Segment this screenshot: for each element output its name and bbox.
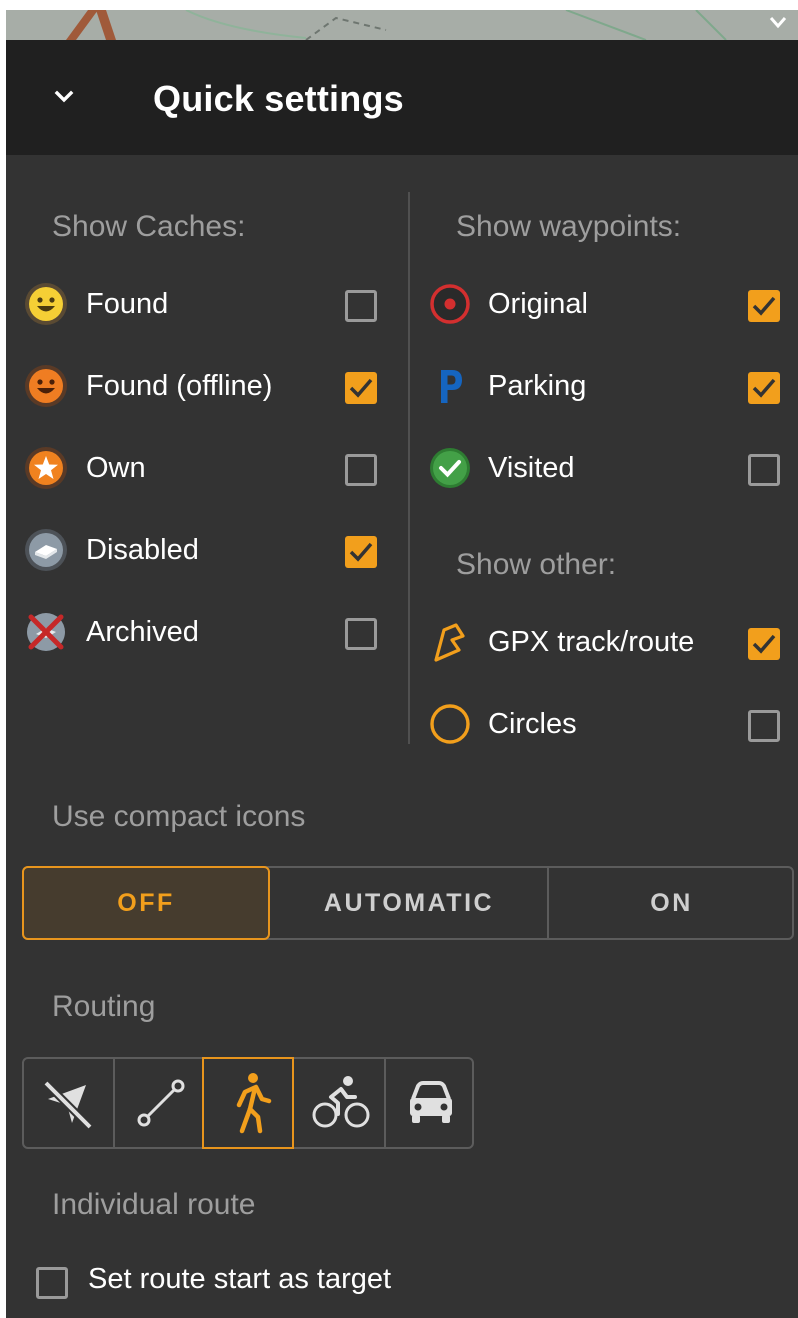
- compact-icons-heading: Use compact icons: [52, 800, 306, 833]
- smiley-yellow-icon: [25, 283, 67, 325]
- compact-icons-off-button[interactable]: OFF: [22, 866, 270, 940]
- disabled-label: Disabled: [86, 534, 199, 566]
- cache-filter-archived[interactable]: Archived: [24, 610, 384, 656]
- show-waypoints-heading: Show waypoints:: [456, 210, 682, 243]
- visited-check-icon: [430, 448, 470, 488]
- gpx-label: GPX track/route: [488, 626, 695, 658]
- original-checkbox[interactable]: [748, 290, 780, 322]
- quick-settings-panel: Quick settings Show Caches: Found Found …: [6, 10, 798, 1318]
- waypoint-filter-parking[interactable]: Parking: [428, 364, 788, 410]
- visited-checkbox[interactable]: [748, 454, 780, 486]
- gpx-checkbox[interactable]: [748, 628, 780, 660]
- star-icon: [25, 447, 67, 489]
- disabled-cache-icon: [25, 529, 67, 571]
- compact-icons-on-button[interactable]: ON: [549, 866, 794, 940]
- individual-route-heading: Individual route: [52, 1188, 256, 1221]
- gpx-track-icon: [434, 623, 465, 662]
- route-start-checkbox[interactable]: [36, 1267, 68, 1299]
- original-label: Original: [488, 288, 588, 320]
- column-divider: [408, 192, 410, 744]
- disabled-checkbox[interactable]: [345, 536, 377, 568]
- route-start-label: Set route start as target: [88, 1263, 392, 1295]
- parking-checkbox[interactable]: [748, 372, 780, 404]
- car-button[interactable]: [385, 1057, 477, 1149]
- parking-label: Parking: [488, 370, 587, 402]
- other-filter-gpx[interactable]: GPX track/route: [428, 620, 788, 666]
- visited-label: Visited: [488, 452, 575, 484]
- original-target-icon: [430, 284, 470, 324]
- show-other-heading: Show other:: [456, 548, 617, 581]
- own-label: Own: [86, 452, 146, 484]
- map-background: [6, 10, 798, 40]
- cycling-icon: [312, 1076, 370, 1128]
- panel-title: Quick settings: [153, 78, 404, 119]
- waypoint-filter-original[interactable]: Original: [428, 282, 788, 328]
- compact-icons-toggle-group: OFF AUTOMATIC ON: [22, 866, 794, 940]
- panel-header: Quick settings: [6, 40, 798, 155]
- walking-button[interactable]: [202, 1057, 294, 1149]
- parking-icon: [441, 370, 462, 403]
- archived-label: Archived: [86, 616, 199, 648]
- routing-off-icon: [43, 1080, 93, 1130]
- circle-icon: [430, 704, 470, 744]
- straight-line-button[interactable]: [115, 1057, 207, 1149]
- routing-heading: Routing: [52, 990, 156, 1023]
- compact-icons-automatic-button[interactable]: AUTOMATIC: [270, 866, 548, 940]
- straight-line-icon: [137, 1079, 185, 1127]
- circles-checkbox[interactable]: [748, 710, 780, 742]
- routing-mode-group: [22, 1057, 474, 1149]
- other-filter-circles[interactable]: Circles: [428, 702, 788, 748]
- cycling-button[interactable]: [294, 1057, 386, 1149]
- cache-filter-found-offline[interactable]: Found (offline): [24, 364, 384, 410]
- found-offline-label: Found (offline): [86, 370, 273, 402]
- walking-icon: [236, 1073, 272, 1134]
- archived-cache-icon: [27, 613, 65, 651]
- smiley-orange-icon: [25, 365, 67, 407]
- found-checkbox[interactable]: [345, 290, 377, 322]
- own-checkbox[interactable]: [345, 454, 377, 486]
- routing-off-button[interactable]: [22, 1057, 114, 1149]
- archived-checkbox[interactable]: [345, 618, 377, 650]
- found-offline-checkbox[interactable]: [345, 372, 377, 404]
- circles-label: Circles: [488, 708, 577, 740]
- waypoint-filter-visited[interactable]: Visited: [428, 446, 788, 492]
- cache-filter-own[interactable]: Own: [24, 446, 384, 492]
- show-caches-heading: Show Caches:: [52, 210, 246, 243]
- route-start-option[interactable]: Set route start as target: [36, 1260, 476, 1306]
- cache-filter-found[interactable]: Found: [24, 282, 384, 328]
- found-label: Found: [86, 288, 169, 320]
- chevron-down-icon[interactable]: [46, 80, 82, 116]
- cache-filter-disabled[interactable]: Disabled: [24, 528, 384, 574]
- car-icon: [410, 1081, 452, 1123]
